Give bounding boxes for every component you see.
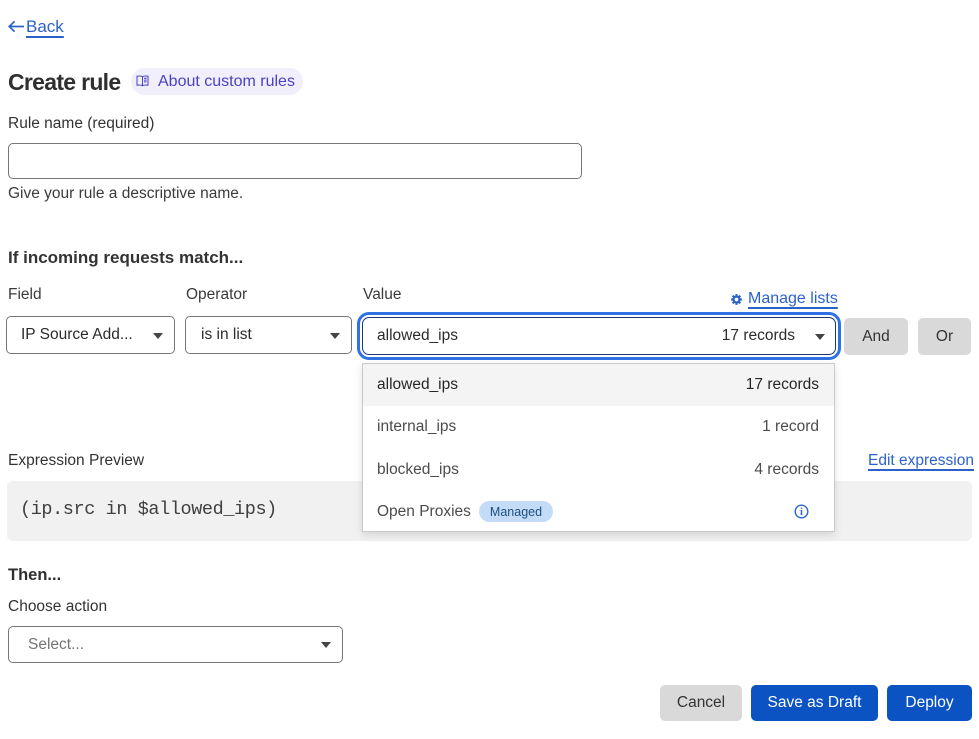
- svg-text:i: i: [800, 507, 803, 518]
